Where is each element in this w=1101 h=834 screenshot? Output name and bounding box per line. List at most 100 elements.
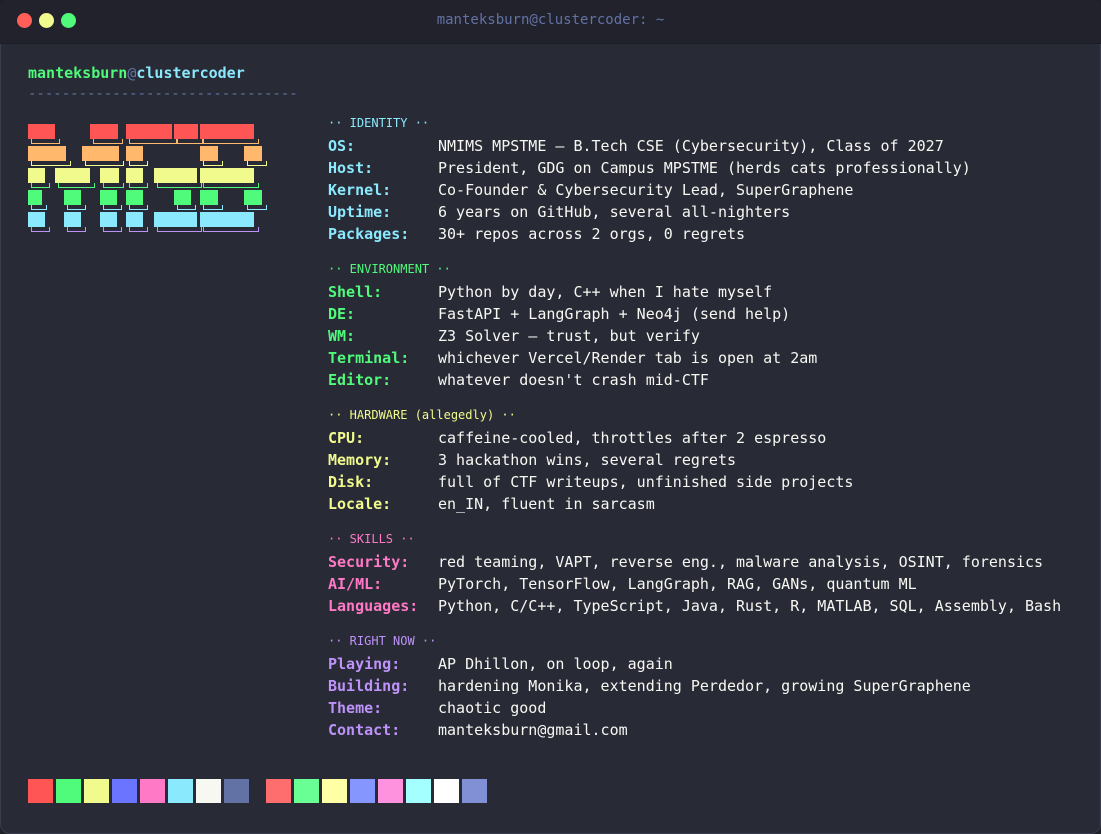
- logo-shadow: [129, 227, 148, 232]
- logo-shadow: [157, 183, 202, 188]
- logo-block: [28, 212, 45, 227]
- palette-swatch: [224, 779, 249, 803]
- logo-shadow: [247, 161, 267, 166]
- logo-shadow: [203, 183, 259, 188]
- info-value: full of CTF writeups, unfinished side pr…: [438, 473, 854, 491]
- logo-block: [126, 190, 143, 205]
- info-key: Editor:: [328, 371, 392, 389]
- palette-swatch: [434, 779, 459, 803]
- logo-block: [28, 190, 42, 205]
- info-value: whichever Vercel/Render tab is open at 2…: [438, 349, 818, 367]
- info-value: 6 years on GitHub, several all-nighters: [438, 203, 791, 221]
- info-value: FastAPI + LangGraph + Neo4j (send help): [438, 305, 791, 323]
- info-value: NMIMS MPSTME — B.Tech CSE (Cybersecurity…: [438, 137, 944, 155]
- info-key: Uptime:: [328, 203, 392, 221]
- terminal-content: manteksburn@clustercoder ---------------…: [0, 44, 1101, 834]
- logo-shadow: [203, 161, 223, 166]
- logo-shadow: [129, 183, 148, 188]
- info-value: manteksburn@gmail.com: [438, 721, 628, 739]
- logo-block: [126, 146, 143, 161]
- logo-shadow: [85, 161, 124, 166]
- section-title-right-now: ·· RIGHT NOW ··: [328, 634, 437, 648]
- title-bar: manteksburn@clustercoder: ~: [0, 0, 1101, 44]
- logo-block: [126, 212, 143, 227]
- prompt-host: clustercoder: [136, 64, 245, 82]
- info-value: chaotic good: [438, 699, 547, 717]
- info-value: Python by day, C++ when I hate myself: [438, 283, 773, 301]
- section-title-environment: ·· ENVIRONMENT ··: [328, 262, 451, 276]
- prompt-divider: --------------------------------: [28, 86, 298, 102]
- info-value: PyTorch, TensorFlow, LangGraph, RAG, GAN…: [438, 575, 917, 593]
- logo-shadow: [31, 139, 60, 144]
- logo-block: [100, 168, 119, 183]
- info-key: Shell:: [328, 283, 383, 301]
- palette-swatch: [406, 779, 431, 803]
- logo-block: [82, 146, 119, 161]
- logo-block: [28, 168, 45, 183]
- logo-block: [154, 212, 197, 227]
- info-value: AP Dhillon, on loop, again: [438, 655, 673, 673]
- info-value: Z3 Solver — trust, but verify: [438, 327, 700, 345]
- info-key: Memory:: [328, 451, 392, 469]
- logo-block: [200, 168, 254, 183]
- info-key: Contact:: [328, 721, 401, 739]
- logo-shadow: [247, 205, 267, 210]
- palette-swatch: [168, 779, 193, 803]
- logo-shadow: [177, 139, 203, 144]
- section-title-skills: ·· SKILLS ··: [328, 532, 415, 546]
- logo-block: [28, 124, 55, 139]
- logo-shadow: [129, 205, 148, 210]
- logo-shadow: [129, 161, 148, 166]
- info-key: CPU:: [328, 429, 365, 447]
- info-value: en_IN, fluent in sarcasm: [438, 495, 655, 513]
- prompt-user: manteksburn: [28, 64, 128, 82]
- info-value: 3 hackathon wins, several regrets: [438, 451, 737, 469]
- window-title: manteksburn@clustercoder: ~: [436, 12, 665, 28]
- logo-block: [200, 146, 218, 161]
- logo-block: [126, 168, 143, 183]
- logo-block: [90, 124, 118, 139]
- section-title-hardware: ·· HARDWARE (allegedly) ··: [328, 408, 516, 422]
- info-key: DE:: [328, 305, 356, 323]
- info-value: 30+ repos across 2 orgs, 0 regrets: [438, 225, 746, 243]
- info-key: OS:: [328, 137, 356, 155]
- info-key: Theme:: [328, 699, 383, 717]
- palette-swatch: [112, 779, 137, 803]
- info-value: caffeine-cooled, throttles after 2 espre…: [438, 429, 827, 447]
- info-value: President, GDG on Campus MPSTME (herds c…: [438, 159, 971, 177]
- palette-swatch: [378, 779, 403, 803]
- info-value: Co-Founder & Cybersecurity Lead, SuperGr…: [438, 181, 854, 199]
- logo-shadow: [58, 183, 95, 188]
- info-key: Terminal:: [328, 349, 410, 367]
- logo-shadow: [31, 161, 71, 166]
- palette-swatch: [84, 779, 109, 803]
- logo-shadow: [177, 205, 196, 210]
- logo-block: [200, 124, 254, 139]
- logo-shadow: [203, 227, 259, 232]
- logo-block: [64, 212, 81, 227]
- palette-swatch: [56, 779, 81, 803]
- palette-swatch: [196, 779, 221, 803]
- logo-shadow: [157, 227, 202, 232]
- logo-block: [100, 190, 117, 205]
- logo-block: [174, 190, 191, 205]
- info-key: Playing:: [328, 655, 401, 673]
- section-title-identity: ·· IDENTITY ··: [328, 116, 430, 130]
- info-key: AI/ML:: [328, 575, 383, 593]
- palette-swatch: [294, 779, 319, 803]
- logo-block: [200, 190, 218, 205]
- ascii-logo: [28, 124, 278, 254]
- palette-swatch: [350, 779, 375, 803]
- logo-shadow: [129, 139, 177, 144]
- logo-shadow: [67, 227, 86, 232]
- logo-shadow: [31, 205, 47, 210]
- logo-block: [154, 168, 197, 183]
- logo-block: [244, 190, 262, 205]
- info-key: WM:: [328, 327, 356, 345]
- palette-swatch: [322, 779, 347, 803]
- logo-shadow: [67, 205, 86, 210]
- info-key: Kernel:: [328, 181, 392, 199]
- info-key: Building:: [328, 677, 410, 695]
- info-value: whatever doesn't crash mid-CTF: [438, 371, 709, 389]
- logo-shadow: [203, 205, 223, 210]
